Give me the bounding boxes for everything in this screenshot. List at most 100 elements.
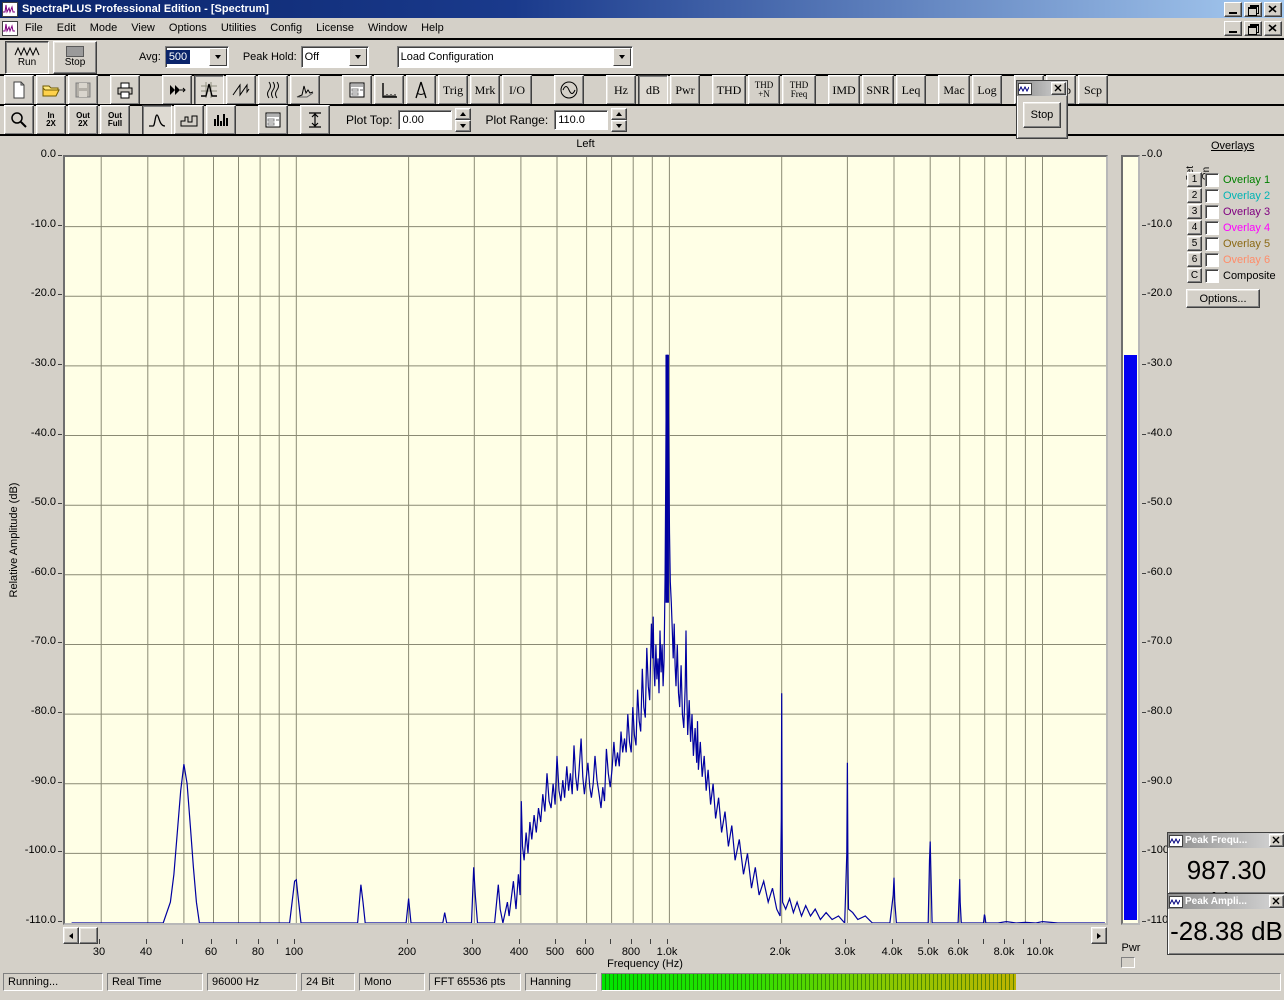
minimize-button[interactable] [1224,2,1242,17]
overlay-set-button-1[interactable]: 1 [1187,172,1202,187]
chevron-down-icon[interactable] [613,48,631,66]
spectrogram-view-button[interactable] [258,75,288,105]
input-level-meter [601,973,1281,991]
close-icon[interactable] [1269,834,1284,847]
surface-view-button[interactable] [290,75,320,105]
io-button[interactable]: I/O [502,75,532,105]
spectrum-view-button[interactable] [194,75,224,105]
signal-generator-icon [559,80,579,100]
scope-button[interactable]: Scp [1078,75,1108,105]
overlay-on-checkbox-C[interactable] [1205,269,1219,283]
menu-window[interactable]: Window [361,20,414,36]
scroll-right-button[interactable] [1091,927,1107,944]
overlay-on-checkbox-2[interactable] [1205,189,1219,203]
vertical-range-button[interactable] [300,105,330,135]
overlays-title: Overlays [1211,140,1283,152]
close-icon[interactable] [1269,895,1284,908]
overlay-on-checkbox-3[interactable] [1205,205,1219,219]
line-plot-style-button[interactable] [142,105,172,135]
thd-plus-n-button[interactable]: THD +N [748,75,780,105]
log-button[interactable]: Log [972,75,1002,105]
overlay-label: Composite [1223,270,1276,282]
restore-button[interactable] [1244,2,1262,17]
floating-stop-button[interactable]: Stop [1023,102,1061,128]
calipers-button[interactable] [406,75,436,105]
menu-mode[interactable]: Mode [83,20,125,36]
load-configuration-combobox[interactable]: Load Configuration [397,46,633,68]
overlay-set-button-4[interactable]: 4 [1187,220,1202,235]
menu-file[interactable]: File [18,20,50,36]
y-axis-tick-label: -20.0 [12,287,56,299]
fast-forward-button[interactable] [162,75,192,105]
overlay-on-checkbox-1[interactable] [1205,173,1219,187]
menu-config[interactable]: Config [263,20,309,36]
avg-value: 500 [166,50,190,64]
scrollbar-thumb[interactable] [79,927,98,944]
chevron-down-icon[interactable] [349,48,367,66]
overlay-on-checkbox-6[interactable] [1205,253,1219,267]
spin-down-icon[interactable] [611,120,627,132]
menu-license[interactable]: License [309,20,361,36]
meter-resize-grip[interactable] [1121,957,1135,968]
plot-top-label: Plot Top: [346,113,392,127]
menu-help[interactable]: Help [414,20,451,36]
chevron-down-icon[interactable] [209,48,227,66]
zoom-in-2x-button[interactable]: In 2X [36,105,66,135]
plot-range-input[interactable]: 110.0 [554,110,608,130]
signal-generator-button[interactable] [554,75,584,105]
imd-button[interactable]: IMD [828,75,860,105]
avg-combobox[interactable]: 500 [165,46,229,68]
print-button[interactable] [110,75,140,105]
step-plot-style-button[interactable] [174,105,204,135]
scroll-left-button[interactable] [63,927,79,944]
zoom-button[interactable] [4,105,34,135]
plot-options-button[interactable] [258,105,288,135]
run-button[interactable]: Run [5,41,49,74]
bar-plot-style-button[interactable] [206,105,236,135]
stop-mini-window: Stop [1016,80,1068,139]
save-file-button[interactable] [68,75,98,105]
stop-button[interactable]: Stop [53,41,97,74]
spin-up-icon[interactable] [455,108,471,120]
waveform-view-button[interactable] [226,75,256,105]
menu-edit[interactable]: Edit [50,20,83,36]
macro-button[interactable]: Mac [938,75,970,105]
overlay-set-button-C[interactable]: C [1187,268,1202,283]
thd-button[interactable]: THD [712,75,746,105]
right-axis-tick [1142,364,1146,365]
menu-utilities[interactable]: Utilities [214,20,263,36]
open-file-button[interactable] [36,75,66,105]
display-settings-button[interactable] [342,75,372,105]
spin-down-icon[interactable] [455,120,471,132]
overlay-set-button-5[interactable]: 5 [1187,236,1202,251]
spectrum-plot[interactable] [63,155,1108,925]
zoom-out-full-button[interactable]: Out Full [100,105,130,135]
overlay-on-checkbox-5[interactable] [1205,237,1219,251]
close-button[interactable] [1264,2,1282,17]
menu-view[interactable]: View [124,20,162,36]
child-restore-button[interactable] [1244,21,1262,36]
spin-up-icon[interactable] [611,108,627,120]
overlay-options-button[interactable]: Options... [1186,289,1260,308]
new-file-button[interactable] [4,75,34,105]
zoom-out-2x-button[interactable]: Out 2X [68,105,98,135]
units-db-button[interactable]: dB [638,75,668,105]
trigger-button[interactable]: Trig [438,75,468,105]
close-icon[interactable] [1051,82,1066,95]
overlay-on-checkbox-4[interactable] [1205,221,1219,235]
marker-button[interactable]: Mrk [470,75,500,105]
overlay-set-button-6[interactable]: 6 [1187,252,1202,267]
thd-freq-button[interactable]: THD Freq [782,75,816,105]
child-close-button[interactable] [1264,21,1282,36]
menu-options[interactable]: Options [162,20,214,36]
overlay-set-button-3[interactable]: 3 [1187,204,1202,219]
units-pwr-button[interactable]: Pwr [670,75,700,105]
overlay-set-button-2[interactable]: 2 [1187,188,1202,203]
plot-top-input[interactable]: 0.00 [398,110,452,130]
leq-button[interactable]: Leq [896,75,926,105]
snr-button[interactable]: SNR [862,75,894,105]
child-minimize-button[interactable] [1224,21,1242,36]
scales-button[interactable] [374,75,404,105]
peak-hold-combobox[interactable]: Off [301,46,369,68]
units-hz-button[interactable]: Hz [606,75,636,105]
